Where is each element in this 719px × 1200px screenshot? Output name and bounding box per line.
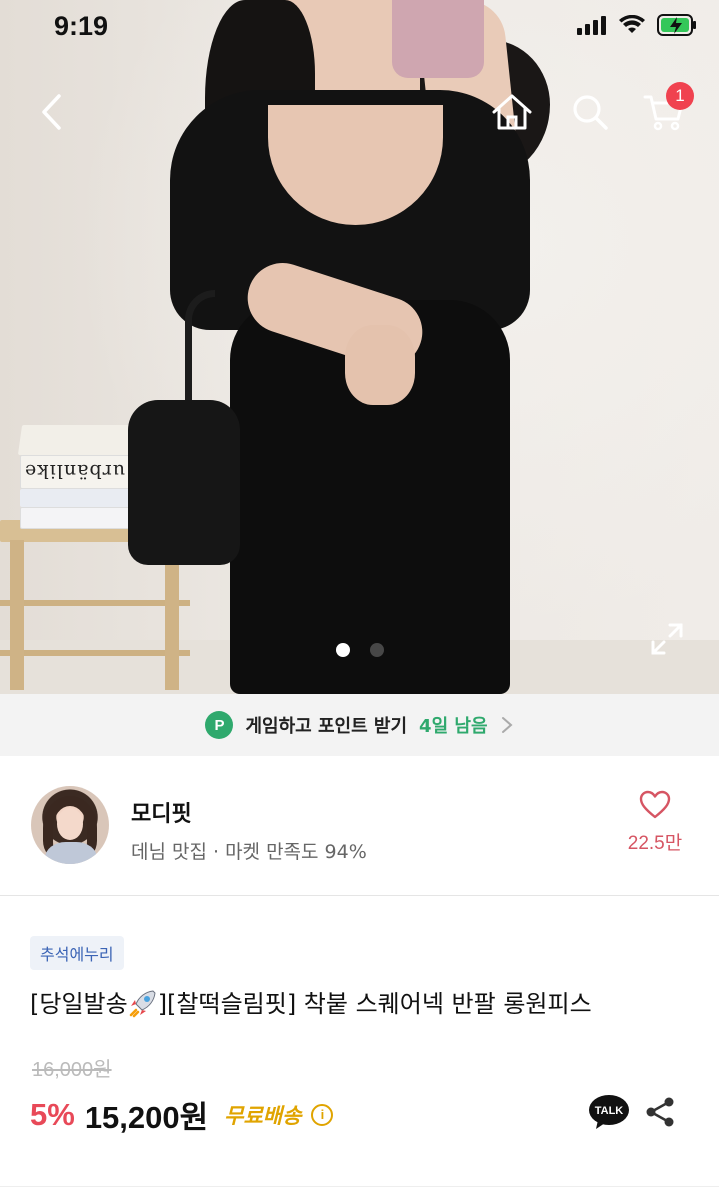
section-divider bbox=[0, 895, 719, 896]
status-time: 9:19 bbox=[54, 11, 109, 41]
expand-icon[interactable] bbox=[650, 622, 684, 656]
shop-subtitle: 데님 맛집 · 마켓 만족도 94% bbox=[131, 841, 367, 863]
search-button[interactable] bbox=[566, 88, 614, 136]
back-button[interactable] bbox=[28, 88, 76, 136]
model-hand bbox=[345, 325, 415, 405]
discount-rate: 5% bbox=[30, 1096, 75, 1132]
original-price: 16,000원 bbox=[32, 1059, 112, 1081]
promo-tag: 추석에누리 bbox=[30, 936, 124, 970]
gallery-dot bbox=[370, 643, 384, 657]
chevron-right-icon bbox=[501, 717, 513, 733]
product-title: [당일발송 ][찰떡슬림핏] 착붙 스퀘어넥 반팔 롱원피스 bbox=[30, 990, 592, 1018]
gallery-dot-active bbox=[336, 643, 350, 657]
share-icon[interactable] bbox=[644, 1096, 676, 1128]
chevron-left-icon bbox=[42, 94, 61, 130]
kakao-talk-icon[interactable]: TALK bbox=[588, 1093, 630, 1131]
kakao-talk-label: TALK bbox=[595, 1105, 624, 1117]
product-image[interactable]: urbänlike 9:19 1 bbox=[0, 0, 719, 694]
cellular-signal-icon bbox=[577, 16, 606, 35]
info-icon[interactable]: i bbox=[311, 1103, 334, 1126]
shop-avatar[interactable] bbox=[31, 786, 109, 864]
points-banner-text: 게임하고 포인트 받기 bbox=[245, 716, 408, 737]
shop-info[interactable]: 모디핏 데님 맛집 · 마켓 만족도 94% 22.5만 bbox=[0, 770, 719, 895]
rocket-icon bbox=[129, 990, 156, 1018]
points-game-banner[interactable]: P 게임하고 포인트 받기 4일 남음 bbox=[0, 694, 719, 756]
sale-price: 15,200원 bbox=[84, 1100, 209, 1135]
home-button[interactable] bbox=[488, 88, 536, 136]
status-bar: 9:19 bbox=[0, 0, 719, 56]
points-icon: P bbox=[205, 711, 234, 739]
price-row: 5% 15,200원 무료배송 i bbox=[30, 1092, 334, 1137]
shop-name[interactable]: 모디핏 bbox=[131, 796, 192, 828]
like-count: 22.5만 bbox=[627, 833, 683, 854]
heart-icon bbox=[639, 790, 671, 819]
section-divider bbox=[0, 1186, 719, 1187]
battery-charging-icon bbox=[657, 14, 696, 36]
home-icon bbox=[492, 94, 532, 130]
book-spine-text: urbänlike bbox=[24, 460, 125, 482]
handbag bbox=[128, 400, 240, 565]
search-icon bbox=[573, 95, 608, 130]
cart-count-badge: 1 bbox=[666, 82, 694, 110]
free-shipping-label: 무료배송 bbox=[224, 1103, 302, 1128]
like-button[interactable]: 22.5만 bbox=[620, 790, 690, 855]
cart-button[interactable]: 1 bbox=[640, 82, 694, 136]
gallery-page-indicator bbox=[336, 643, 384, 657]
wifi-icon bbox=[619, 15, 645, 33]
points-days-left: 4일 남음 bbox=[419, 716, 488, 737]
